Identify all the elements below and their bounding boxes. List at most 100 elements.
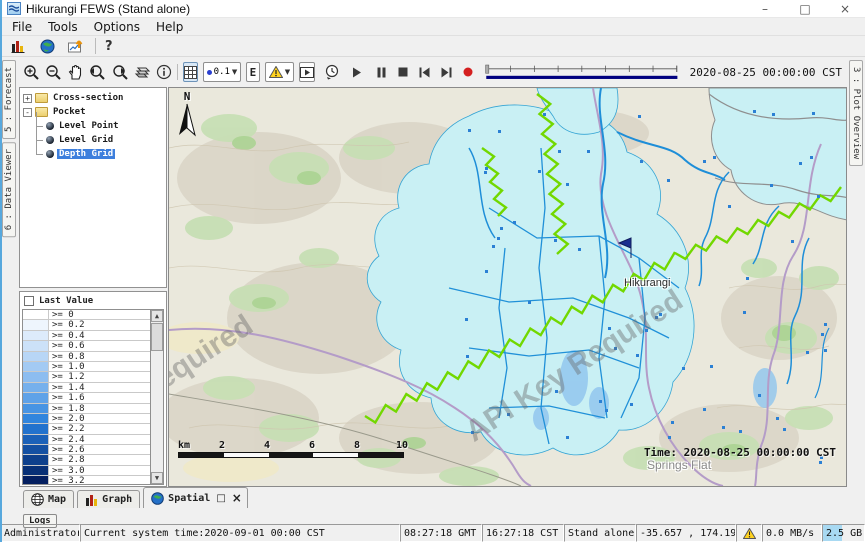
threshold-value: 0.1 — [214, 67, 230, 77]
tab-spatial[interactable]: Spatial □ × — [143, 487, 248, 508]
legend-row[interactable]: >= 1.8 — [23, 404, 150, 414]
legend-row[interactable]: >= 0.8 — [23, 352, 150, 362]
tab-forecast[interactable]: 5 : Forecast — [2, 60, 16, 139]
database-explorer-icon[interactable] — [8, 36, 28, 56]
legend-row-label: >= 0.2 — [49, 320, 85, 329]
close-button[interactable]: × — [825, 0, 865, 18]
tree-item-cross-section[interactable]: + Cross-section — [23, 91, 166, 105]
legend-row[interactable]: >= 1.6 — [23, 393, 150, 403]
logs-row: Logs — [18, 508, 847, 524]
collapse-icon[interactable]: - — [23, 108, 32, 117]
maximize-button[interactable]: □ — [785, 0, 825, 18]
globe-map-icon[interactable] — [37, 36, 57, 56]
legend-header: Last Value — [22, 294, 164, 308]
tab-spatial-label: Spatial — [168, 493, 210, 504]
legend-row-label: >= 0.6 — [49, 341, 85, 350]
expand-icon[interactable]: + — [23, 94, 32, 103]
status-gmt-time: 08:27:18 GMT — [400, 524, 482, 542]
main-toolbar: ? — [0, 36, 865, 57]
timeline-slider[interactable] — [485, 59, 679, 85]
status-network-speed: 0.0 MB/s — [762, 524, 822, 542]
legend-row[interactable]: >= 0.4 — [23, 331, 150, 341]
tree-item-pocket[interactable]: - Pocket — [23, 105, 166, 119]
zoom-in-icon[interactable] — [23, 62, 40, 82]
tab-plot-overview[interactable]: 3 : Plot Overview — [849, 60, 863, 166]
scrollbar-thumb[interactable] — [151, 323, 163, 351]
last-value-label: Last Value — [39, 296, 93, 306]
menu-tools[interactable]: Tools — [40, 20, 86, 34]
zoom-previous-icon[interactable] — [88, 62, 106, 82]
close-view-icon[interactable]: × — [232, 491, 242, 505]
menu-help[interactable]: Help — [148, 20, 191, 34]
animation-button[interactable] — [299, 62, 315, 82]
scale-bar: km 2 4 6 8 10 — [178, 440, 410, 458]
stop-button[interactable] — [396, 62, 409, 82]
status-warning-cell[interactable] — [736, 524, 762, 542]
legend-row[interactable]: >= 1.4 — [23, 383, 150, 393]
legend-row[interactable]: >= 2.8 — [23, 455, 150, 465]
toolbar-separator — [177, 64, 178, 80]
menu-options[interactable]: Options — [86, 20, 148, 34]
pan-hand-icon[interactable] — [67, 62, 83, 82]
skip-to-start-button[interactable] — [418, 62, 431, 82]
legend-button[interactable]: E — [246, 62, 259, 82]
legend-row[interactable]: >= 1.0 — [23, 362, 150, 372]
legend-row[interactable]: >= 0 — [23, 310, 150, 320]
spatial-display-icon[interactable] — [66, 36, 86, 56]
legend-row[interactable]: >= 1.2 — [23, 372, 150, 382]
legend-row[interactable]: >= 2.6 — [23, 445, 150, 455]
legend-row[interactable]: >= 2.0 — [23, 414, 150, 424]
help-button[interactable]: ? — [105, 39, 113, 54]
threshold-dot-icon — [207, 70, 212, 75]
toolbar-separator — [95, 38, 96, 54]
legend-scrollbar[interactable]: ▲ ▼ — [150, 310, 163, 484]
time-navigator-icon[interactable] — [324, 62, 340, 82]
last-value-checkbox[interactable] — [24, 296, 34, 306]
scale-tick: 2 — [219, 440, 225, 451]
threshold-dropdown[interactable]: 0.1 ▼ — [203, 62, 242, 82]
tree-item-level-point[interactable]: Level Point — [23, 119, 166, 133]
tab-graph[interactable]: Graph — [77, 490, 140, 508]
tree-item-label-selected: Depth Grid — [57, 149, 115, 159]
status-memory[interactable]: 2.5 GB — [822, 524, 865, 542]
tab-data-viewer[interactable]: 6 : Data Viewer — [2, 142, 16, 237]
legend-row-label: >= 3.2 — [49, 476, 85, 484]
grid-display-button[interactable] — [183, 62, 198, 82]
tree-item-label: Pocket — [51, 107, 88, 117]
warning-dropdown[interactable]: ▼ — [265, 62, 294, 82]
legend-row[interactable]: >= 3.0 — [23, 466, 150, 476]
status-bar: Administrator Current system time:2020-0… — [0, 524, 865, 542]
legend-row[interactable]: >= 0.2 — [23, 320, 150, 330]
legend-row[interactable]: >= 3.2 — [23, 476, 150, 484]
legend-row[interactable]: >= 2.4 — [23, 435, 150, 445]
skip-to-end-button[interactable] — [440, 62, 453, 82]
menu-file[interactable]: File — [4, 20, 40, 34]
spatial-globe-icon — [151, 492, 164, 505]
status-mode: Stand alone — [564, 524, 636, 542]
tree-item-depth-grid[interactable]: Depth Grid — [23, 147, 166, 161]
layers-icon[interactable] — [134, 62, 151, 82]
play-button[interactable] — [351, 62, 364, 82]
zoom-next-icon[interactable] — [111, 62, 129, 82]
map-view[interactable]: API Key Required API Key Required N km 2… — [168, 87, 847, 487]
scroll-down-icon[interactable]: ▼ — [151, 472, 163, 484]
legend-row-label: >= 2.6 — [49, 445, 85, 454]
restore-view-icon[interactable]: □ — [216, 493, 225, 504]
tree-item-label: Level Grid — [57, 135, 115, 145]
legend-color-swatch — [23, 320, 49, 329]
tree-item-level-grid[interactable]: Level Grid — [23, 133, 166, 147]
pause-button[interactable] — [375, 62, 388, 82]
legend-row-label: >= 3.0 — [49, 466, 85, 475]
tab-map[interactable]: Map — [23, 490, 74, 508]
scrollbar-track[interactable] — [151, 352, 163, 472]
zoom-out-icon[interactable] — [45, 62, 62, 82]
app-logo-icon — [7, 2, 21, 15]
legend-row[interactable]: >= 2.2 — [23, 424, 150, 434]
legend-row[interactable]: >= 0.6 — [23, 341, 150, 351]
record-button[interactable] — [461, 62, 474, 82]
scale-tick: 4 — [264, 440, 270, 451]
minimize-button[interactable]: – — [745, 0, 785, 18]
status-system-time: Current system time:2020-09-01 00:00 CST — [80, 524, 400, 542]
scroll-up-icon[interactable]: ▲ — [151, 310, 163, 322]
info-icon[interactable] — [156, 62, 172, 82]
